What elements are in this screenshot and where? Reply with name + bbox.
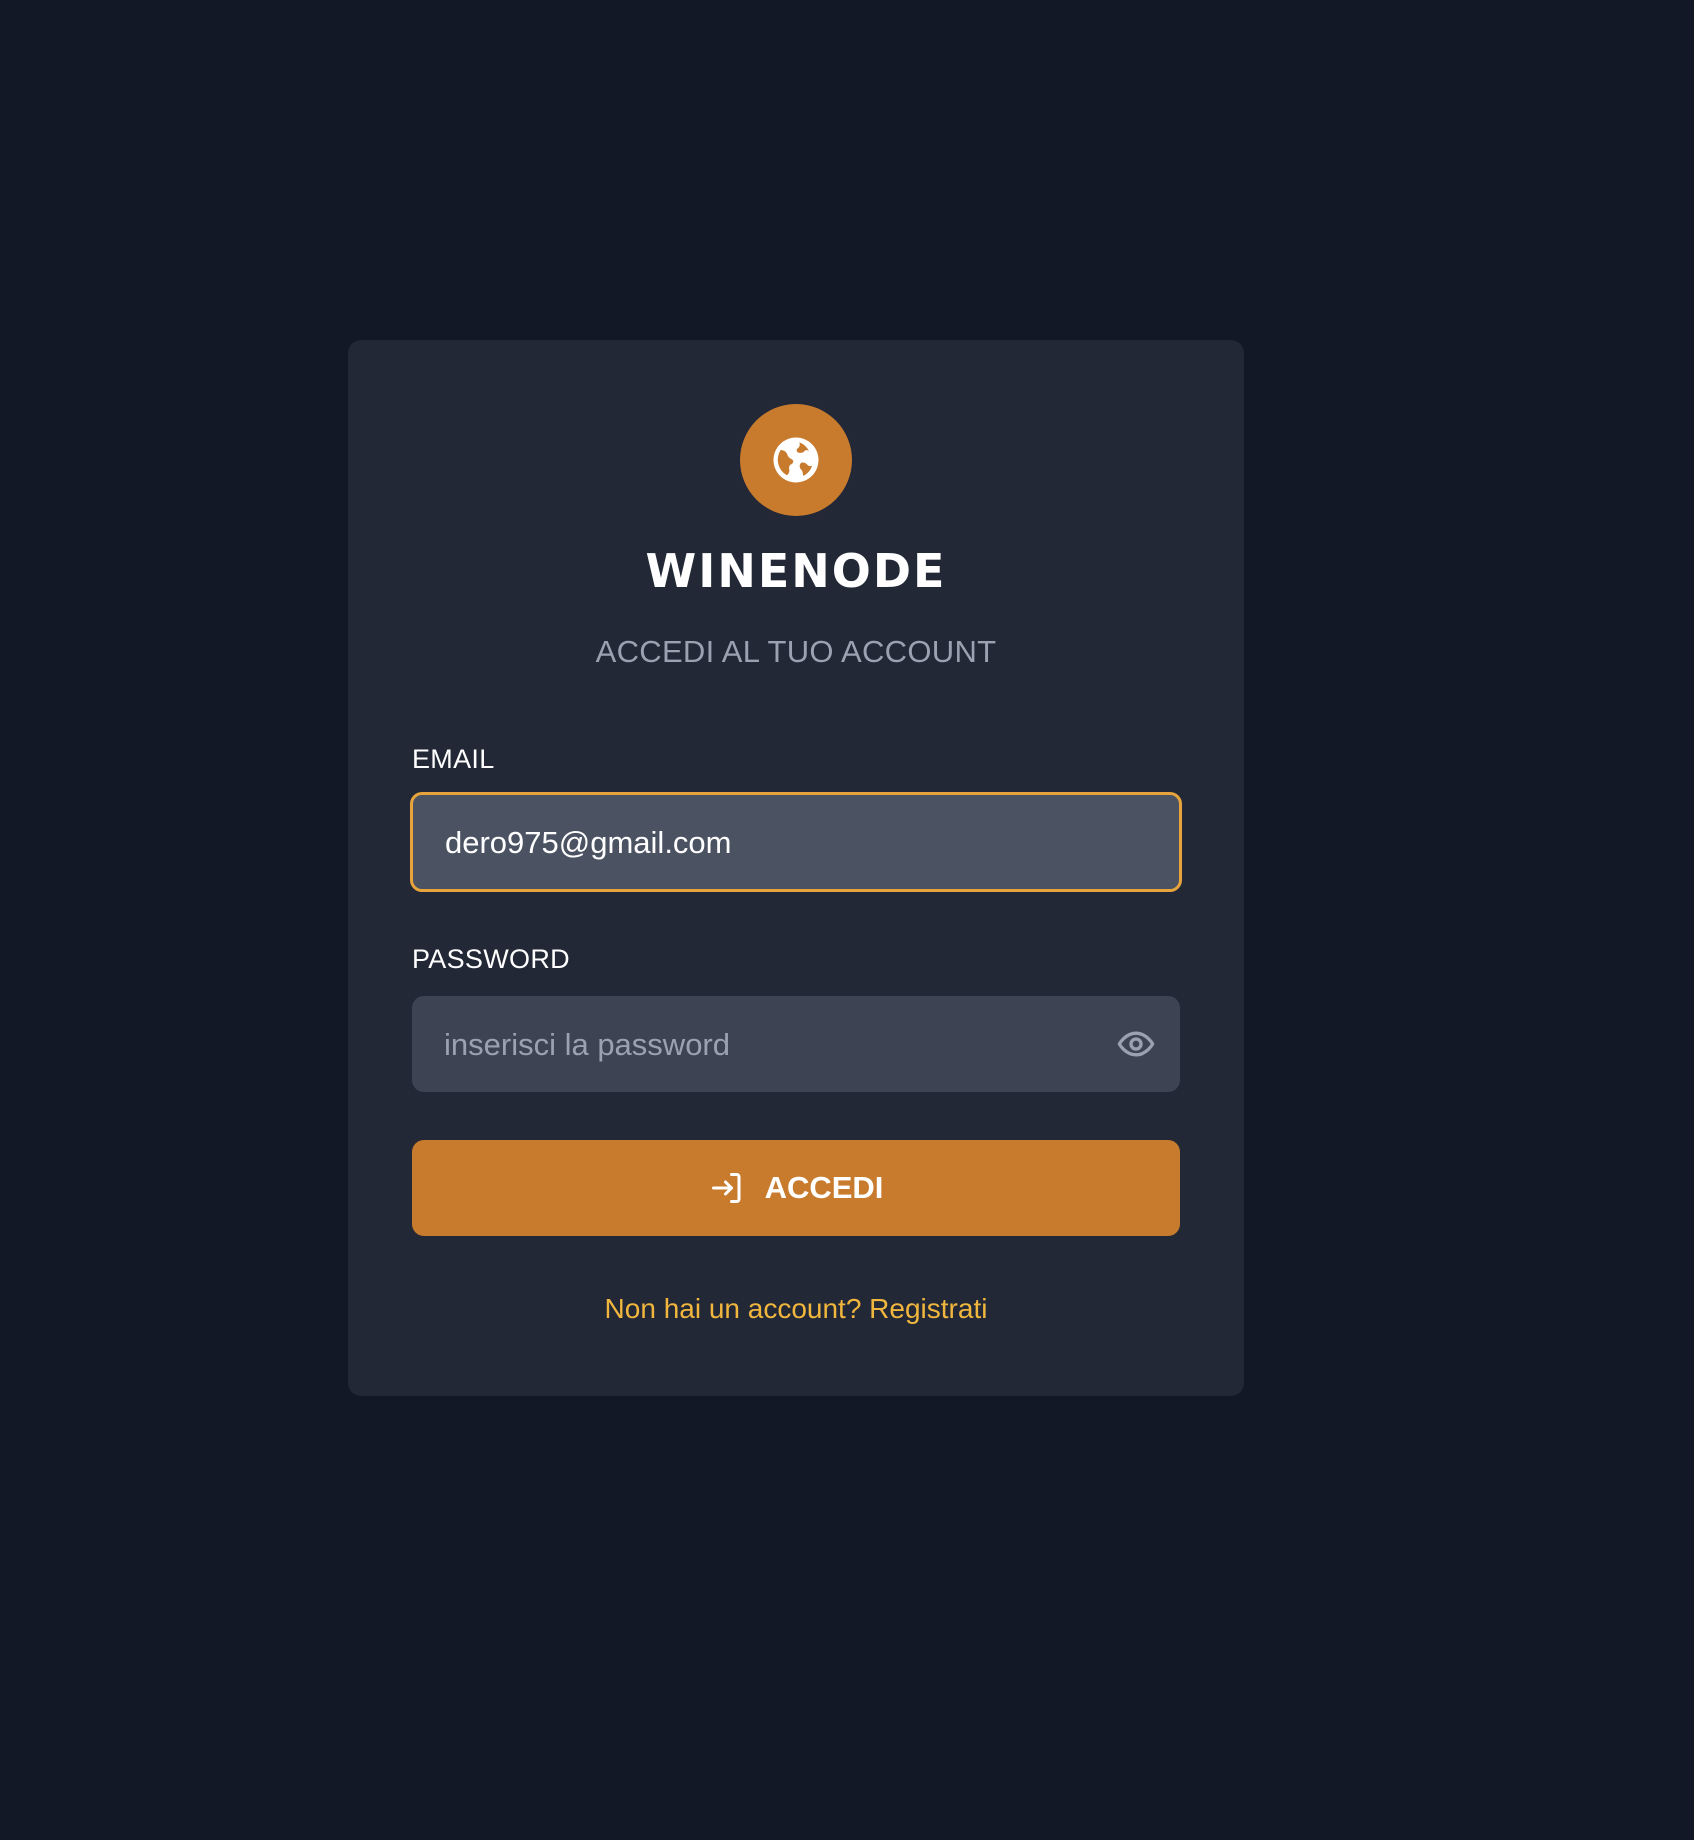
eye-icon[interactable] [1116, 1024, 1156, 1064]
login-button[interactable]: ACCEDI [412, 1140, 1180, 1236]
password-label: PASSWORD [412, 944, 570, 974]
page-subtitle: ACCEDI AL TUO ACCOUNT [595, 634, 997, 669]
login-button-label: ACCEDI [764, 1170, 884, 1205]
signup-link[interactable]: Non hai un account? Registrati [348, 1295, 1244, 1323]
password-field[interactable]: inserisci la password [412, 996, 1180, 1092]
app-title: WINENODE [645, 544, 947, 598]
email-value: dero975@gmail.com [445, 824, 732, 860]
email-label: EMAIL [412, 744, 495, 774]
password-placeholder: inserisci la password [444, 1026, 730, 1062]
globe-icon [769, 433, 823, 487]
login-icon [709, 1170, 745, 1206]
login-card: WINENODE ACCEDI AL TUO ACCOUNT EMAIL der… [348, 340, 1244, 1396]
email-field[interactable]: dero975@gmail.com [410, 792, 1182, 892]
logo-badge [740, 404, 852, 516]
